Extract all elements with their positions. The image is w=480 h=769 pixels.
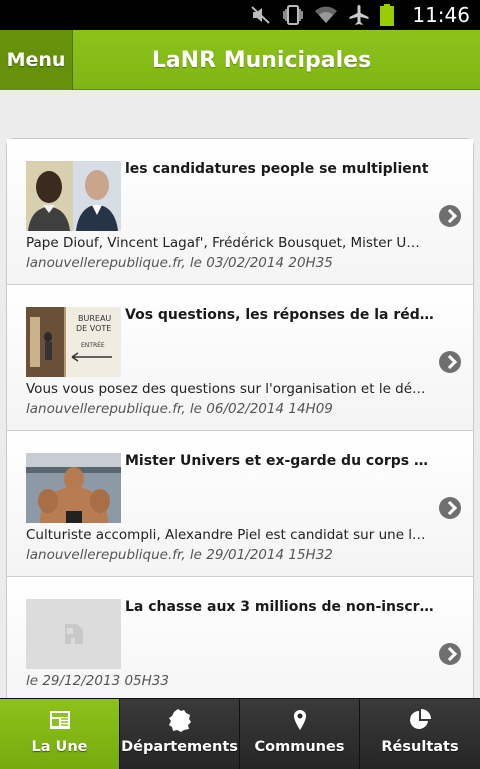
article-title: La chasse aux 3 millions de non-inscrits (125, 599, 435, 615)
france-map-icon (168, 708, 192, 732)
thumb-text-vote: DE VOTE (76, 324, 111, 333)
wifi-icon (314, 5, 338, 25)
tab-resultats[interactable]: Résultats (360, 699, 480, 769)
status-bar: 11:46 (0, 0, 480, 30)
article-item[interactable]: les candidatures people se multiplient P… (7, 139, 473, 285)
status-clock: 11:46 (412, 3, 470, 27)
article-list: les candidatures people se multiplient P… (6, 138, 474, 698)
article-thumbnail (26, 453, 121, 523)
app-header: Menu LaNR Municipales (0, 30, 480, 90)
article-item[interactable]: Mister Univers et ex-garde du corps de H… (7, 431, 473, 577)
article-title: les candidatures people se multiplient (125, 161, 429, 177)
newspaper-icon (48, 708, 72, 732)
article-title: Vos questions, les réponses de la rédact… (125, 307, 435, 323)
article-thumbnail: BUREAU DE VOTE ENTRÉE (26, 307, 121, 377)
thumb-text-bureau: BUREAU (78, 314, 111, 323)
tab-departements[interactable]: Départements (120, 699, 240, 769)
tab-label: Résultats (381, 739, 459, 755)
placeholder-image-icon (26, 599, 121, 669)
tab-label: Communes (254, 739, 345, 755)
battery-icon (380, 4, 394, 26)
chevron-right-icon[interactable] (439, 351, 461, 373)
article-title: Mister Univers et ex-garde du corps de H… (125, 453, 435, 469)
article-list-container[interactable]: les candidatures people se multiplient P… (0, 91, 480, 698)
tab-label: Départements (121, 739, 238, 755)
vibrate-icon (282, 4, 304, 26)
pie-chart-icon (408, 708, 432, 732)
chevron-right-icon[interactable] (439, 497, 461, 519)
app-title: LaNR Municipales (151, 47, 372, 73)
article-summary: Vous vous posez des questions sur l'orga… (26, 381, 426, 397)
chevron-right-icon[interactable] (439, 205, 461, 227)
tab-communes[interactable]: Communes (240, 699, 360, 769)
article-item[interactable]: BUREAU DE VOTE ENTRÉE Vos questions, les… (7, 285, 473, 431)
article-item[interactable]: La chasse aux 3 millions de non-inscrits… (7, 577, 473, 698)
chevron-right-icon[interactable] (439, 643, 461, 665)
bottom-tab-bar: La Une Départements Communes Résultats (0, 698, 480, 769)
article-meta: le 29/12/2013 05H33 (26, 673, 169, 689)
tab-la-une[interactable]: La Une (0, 699, 120, 769)
article-summary: Culturiste accompli, Alexandre Piel est … (26, 527, 426, 543)
thumb-text-entree: ENTRÉE (81, 341, 105, 349)
map-pin-icon (288, 708, 312, 732)
article-thumbnail (26, 161, 121, 231)
article-meta: lanouvellerepublique.fr, le 06/02/2014 1… (26, 401, 333, 417)
tab-label: La Une (31, 739, 88, 755)
article-summary: Pape Diouf, Vincent Lagaf', Frédérick Bo… (26, 235, 426, 251)
menu-button[interactable]: Menu (0, 30, 73, 90)
airplane-icon (348, 4, 370, 26)
article-meta: lanouvellerepublique.fr, le 03/02/2014 2… (26, 255, 333, 271)
article-meta: lanouvellerepublique.fr, le 29/01/2014 1… (26, 547, 333, 563)
mute-icon (250, 5, 272, 25)
